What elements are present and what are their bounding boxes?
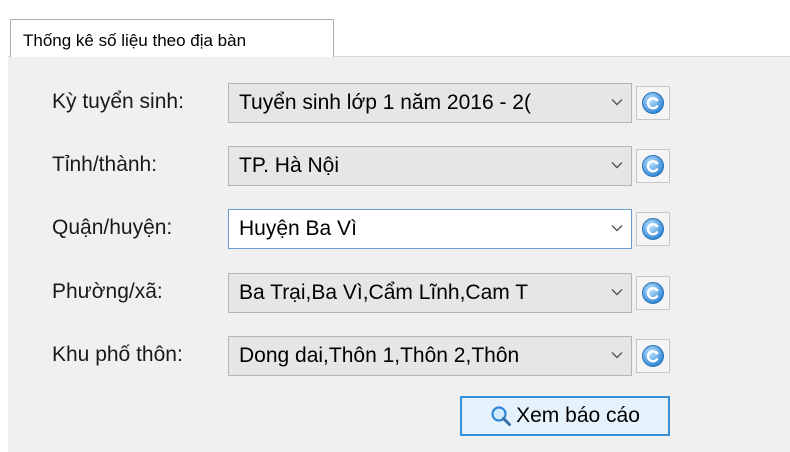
tinh-thanh-refresh-button[interactable]: [636, 149, 670, 183]
khu-pho-thon-select[interactable]: Dong dai,Thôn 1,Thôn 2,Thôn: [228, 336, 632, 376]
refresh-icon: [642, 282, 664, 304]
refresh-icon: [642, 92, 664, 114]
quan-huyen-select[interactable]: Huyện Ba Vì: [228, 209, 632, 249]
tinh-thanh-label: Tỉnh/thành:: [52, 153, 158, 176]
quan-huyen-label: Quận/huyện:: [52, 216, 173, 239]
khu-pho-thon-label: Khu phố thôn:: [52, 343, 183, 366]
tab-thong-ke[interactable]: Thống kê số liệu theo địa bàn: [10, 19, 334, 57]
refresh-icon: [642, 155, 664, 177]
phuong-xa-select[interactable]: Ba Trại,Ba Vì,Cẩm Lĩnh,Cam T: [228, 273, 632, 313]
phuong-xa-label: Phường/xã:: [52, 280, 163, 303]
khu-pho-thon-refresh-button[interactable]: [636, 339, 670, 373]
ky-tuyen-sinh-value: Tuyển sinh lớp 1 năm 2016 - 2(: [239, 91, 531, 114]
xem-bao-cao-button[interactable]: Xem báo cáo: [460, 396, 670, 436]
ky-tuyen-sinh-select[interactable]: Tuyển sinh lớp 1 năm 2016 - 2(: [228, 83, 632, 123]
phuong-xa-refresh-button[interactable]: [636, 276, 670, 310]
chevron-down-icon: [611, 289, 623, 296]
khu-pho-thon-value: Dong dai,Thôn 1,Thôn 2,Thôn: [239, 344, 520, 367]
chevron-down-icon: [611, 225, 623, 232]
quan-huyen-refresh-button[interactable]: [636, 212, 670, 246]
ky-tuyen-sinh-refresh-button[interactable]: [636, 86, 670, 120]
xem-bao-cao-label: Xem báo cáo: [516, 404, 640, 427]
magnifier-icon: [491, 406, 512, 426]
chevron-down-icon: [611, 99, 623, 106]
ky-tuyen-sinh-label: Kỳ tuyển sinh:: [52, 90, 184, 113]
refresh-icon: [642, 345, 664, 367]
tinh-thanh-select[interactable]: TP. Hà Nội: [228, 146, 632, 186]
phuong-xa-value: Ba Trại,Ba Vì,Cẩm Lĩnh,Cam T: [239, 281, 529, 304]
refresh-icon: [642, 218, 664, 240]
chevron-down-icon: [611, 352, 623, 359]
tinh-thanh-value: TP. Hà Nội: [239, 154, 339, 177]
quan-huyen-value: Huyện Ba Vì: [239, 217, 357, 240]
chevron-down-icon: [611, 162, 623, 169]
